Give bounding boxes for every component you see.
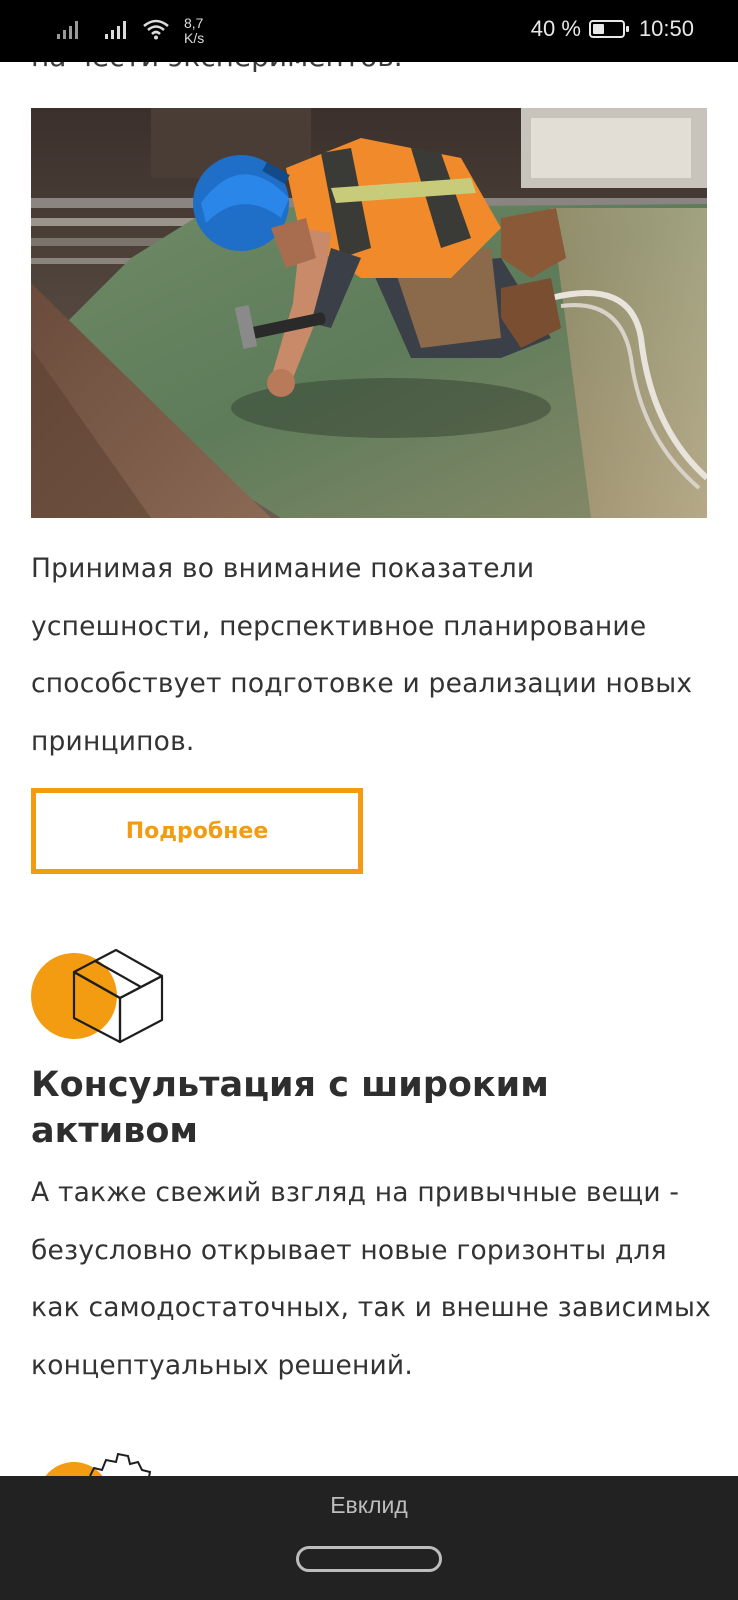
- home-gesture-bar[interactable]: [296, 1546, 442, 1572]
- battery-icon: [588, 20, 629, 38]
- screen: 8,7 K/s 40 % 10:50 на чести эксперименто…: [0, 0, 738, 1600]
- feature-description: А также свежий взгляд на привычные вещи …: [31, 1177, 712, 1381]
- bottom-navigation-bar: Евклид: [0, 1476, 738, 1600]
- hero-image: [31, 108, 707, 518]
- network-speed: 8,7 K/s: [184, 16, 204, 46]
- signal-icon: [104, 18, 130, 44]
- status-right: 40 % 10:50: [531, 16, 694, 42]
- status-bar: 8,7 K/s 40 % 10:50: [0, 0, 738, 62]
- more-button[interactable]: Подробнее: [31, 788, 363, 874]
- network-speed-unit: K/s: [184, 30, 205, 46]
- signal-icon: [56, 18, 82, 44]
- battery-percent: 40 %: [530, 16, 581, 41]
- status-left: 8,7 K/s: [56, 14, 204, 48]
- paragraph-1: Принимая во внимание показатели успешнос…: [31, 553, 693, 757]
- box-icon: [30, 938, 170, 1044]
- site-title: Евклид: [330, 1492, 408, 1518]
- battery-fill: [592, 24, 604, 34]
- wifi-icon: [142, 18, 170, 44]
- feature-title: Консультация с широким активом: [31, 1065, 549, 1151]
- network-speed-value: 8,7: [184, 15, 204, 31]
- clock: 10:50: [638, 16, 694, 41]
- construction-worker-photo: [31, 108, 707, 518]
